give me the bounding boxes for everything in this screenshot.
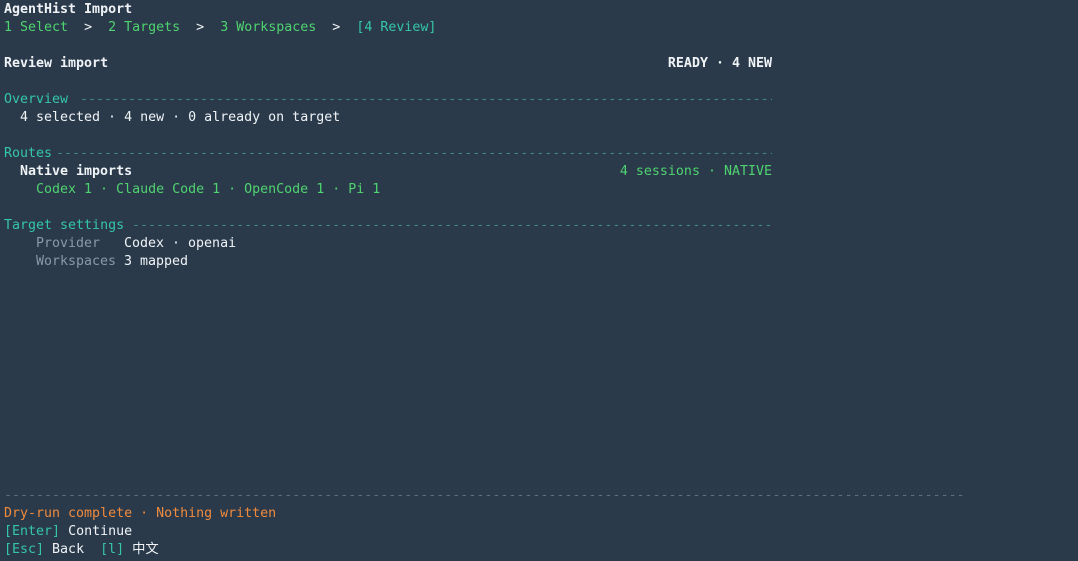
footer-action-back[interactable]: [Esc] Back	[4, 542, 84, 557]
route-native-breakdown: Codex 1 · Claude Code 1 · OpenCode 1 · P…	[36, 182, 381, 197]
section-heading-routes: Routes	[4, 146, 53, 161]
enter-key-hint: [Enter]	[4, 524, 61, 539]
breadcrumb-step-targets[interactable]: 2 Targets	[108, 20, 180, 35]
language-label: 中文	[132, 542, 159, 557]
section-heading-target-settings: Target settings	[4, 218, 125, 233]
breadcrumb-separator: >	[196, 20, 205, 35]
breadcrumb-step-workspaces[interactable]: 3 Workspaces	[220, 20, 316, 35]
route-native-label[interactable]: Native imports	[20, 163, 132, 181]
section-heading-overview: Overview	[4, 92, 69, 107]
continue-label: Continue	[68, 524, 133, 539]
footer-divider: ----------------------------------------…	[4, 488, 964, 503]
footer-status: Dry-run complete · Nothing written	[4, 506, 277, 521]
section-divider: ----------------------------------------…	[56, 146, 772, 161]
page-title: Review import	[4, 56, 109, 71]
footer-actions-row: [Esc] Back [l] 中文	[4, 541, 159, 559]
setting-row-provider: Provider Codex · openai	[36, 235, 236, 253]
breadcrumb-step-select[interactable]: 1 Select	[4, 20, 68, 35]
section-divider: ----------------------------------------…	[80, 92, 772, 107]
language-key-hint: [l]	[100, 542, 125, 557]
terminal-screen: AgentHist Import 1 Select > 2 Targets > …	[0, 0, 1078, 561]
breadcrumb-separator: >	[84, 20, 93, 35]
esc-key-hint: [Esc]	[4, 542, 45, 557]
overview-summary: 4 selected · 4 new · 0 already on target	[20, 110, 341, 125]
section-divider: ----------------------------------------…	[132, 218, 772, 233]
setting-value: Codex · openai	[124, 236, 237, 251]
breadcrumb-step-review[interactable]: [4 Review]	[356, 20, 436, 35]
status-badge: READY · 4 NEW	[667, 56, 772, 71]
footer-action-language[interactable]: [l] 中文	[100, 542, 159, 557]
app-title: AgentHist Import	[4, 2, 133, 17]
breadcrumb: 1 Select > 2 Targets > 3 Workspaces > [4…	[4, 19, 436, 37]
route-native-meta: 4 sessions · NATIVE	[619, 164, 772, 179]
footer-action-continue[interactable]: [Enter] Continue	[4, 523, 132, 541]
setting-row-workspaces: Workspaces 3 mapped	[36, 253, 188, 271]
setting-value: 3 mapped	[124, 254, 189, 269]
back-label: Back	[52, 542, 85, 557]
setting-key: Provider	[36, 236, 101, 251]
setting-key: Workspaces	[36, 254, 117, 269]
